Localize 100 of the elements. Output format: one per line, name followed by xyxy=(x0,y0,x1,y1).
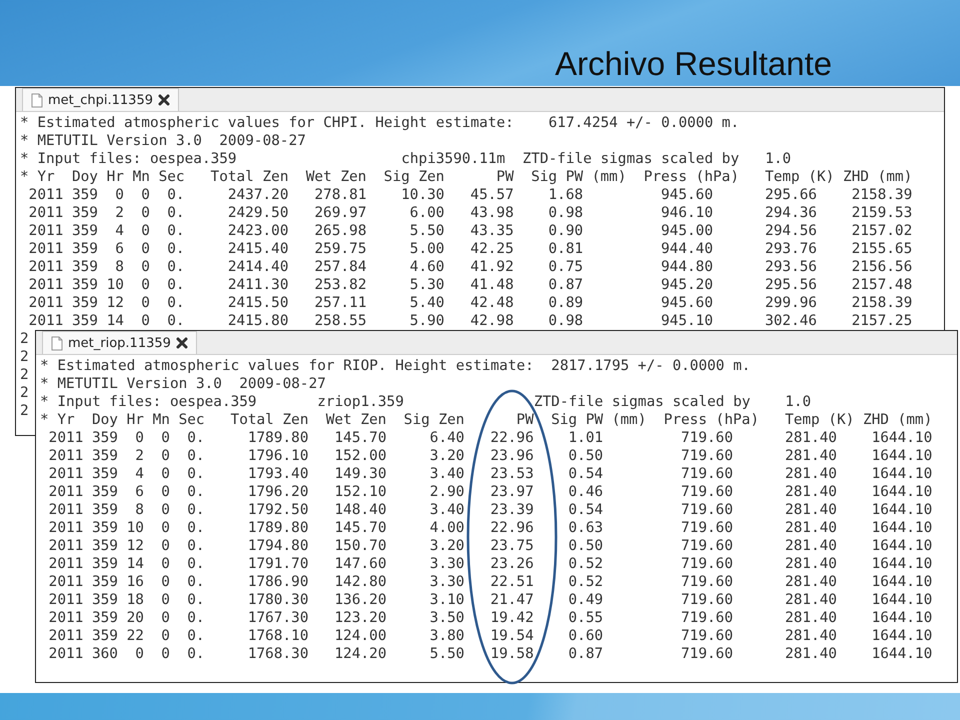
column-header: Mn xyxy=(132,168,150,186)
table-cell-text: 5.40 xyxy=(408,294,444,312)
table-cell-text: 4 xyxy=(114,222,124,240)
table-cell-text: 0 xyxy=(160,591,170,609)
slide-title: Archivo Resultante xyxy=(555,45,832,83)
table-cell-text: 42.48 xyxy=(469,294,514,312)
table-cell-text: 3.50 xyxy=(428,609,464,627)
table-cell-text: 2011 xyxy=(48,645,84,663)
table-cell-text: 2011 xyxy=(48,483,84,501)
table-cell-text: 0. xyxy=(186,429,205,447)
table-cell-text: 257.11 xyxy=(314,294,366,312)
file-tab[interactable]: met_riop.11359 xyxy=(42,331,197,354)
table-cell-text: 1644.10 xyxy=(870,501,932,519)
column-header: Doy xyxy=(70,168,98,186)
table-cell-text: 1644.10 xyxy=(870,627,932,645)
table-cell-text: 278.81 xyxy=(314,186,366,204)
table-cell-text: 0.98 xyxy=(547,204,584,222)
table-cell-text: 2415.40 xyxy=(226,240,289,258)
table-cell-text: 0.50 xyxy=(567,447,604,465)
table-cell-text: 359 xyxy=(70,240,98,258)
table-cell-text: 124.20 xyxy=(334,645,386,663)
table-cell-text: 43.35 xyxy=(469,222,514,240)
table-cell-text: 5.00 xyxy=(408,240,444,258)
table-cell-text: 2011 xyxy=(28,222,64,240)
table-cell-text: 281.40 xyxy=(784,483,837,501)
table-cell-text: 359 xyxy=(70,204,98,222)
table-cell: 2 xyxy=(20,384,29,402)
table-cell-text: 0.49 xyxy=(567,591,604,609)
table-cell-text: 136.20 xyxy=(334,591,386,609)
table-cell-text: 2011 xyxy=(28,276,64,294)
column-header: Hr xyxy=(106,168,124,186)
table-cell-text: 359 xyxy=(90,483,118,501)
column-header: Hr xyxy=(126,411,144,429)
table-cell-text: 359 xyxy=(70,186,98,204)
table-cell-text: 0. xyxy=(186,465,205,483)
table-cell-text: 0 xyxy=(160,609,170,627)
close-icon[interactable] xyxy=(176,337,188,349)
table-cell-text: 293.76 xyxy=(764,240,817,258)
table-cell-text: 19.42 xyxy=(489,609,534,627)
table-cell-text: 1796.20 xyxy=(246,483,309,501)
table-cell-text: 20 xyxy=(126,609,144,627)
table-cell-text: 0. xyxy=(186,627,205,645)
table-cell-text: 4.60 xyxy=(408,258,444,276)
table-cell-text: 359 xyxy=(90,447,118,465)
column-header: Doy xyxy=(90,411,118,429)
text-line: * METUTIL Version 3.0 2009-08-27 xyxy=(40,375,327,393)
table-cell-text: 2415.80 xyxy=(226,312,289,330)
table-cell-text: 719.60 xyxy=(680,519,733,537)
text-line: * METUTIL Version 3.0 2009-08-27 xyxy=(20,132,307,150)
table-cell-text: 1644.10 xyxy=(870,537,932,555)
table-cell-text: 12 xyxy=(126,537,144,555)
table-cell-text: 719.60 xyxy=(680,501,733,519)
table-cell-text: 0. xyxy=(166,276,185,294)
table-cell-text: 0.75 xyxy=(547,258,584,276)
table-cell-text: 23.97 xyxy=(489,483,534,501)
table-cell-text: 23.96 xyxy=(489,447,534,465)
table-cell-text: 152.10 xyxy=(334,483,386,501)
file-tab[interactable]: met_chpi.11359 xyxy=(22,88,179,111)
table-cell-text: 19.58 xyxy=(489,645,534,663)
column-header: PW xyxy=(495,168,514,186)
table-cell-text: 14 xyxy=(126,555,144,573)
close-icon[interactable] xyxy=(158,94,170,106)
table-cell-text: 0 xyxy=(134,429,144,447)
table-cell-text: 16 xyxy=(126,573,144,591)
table-cell-text: 1794.80 xyxy=(246,537,309,555)
table-cell-text: 359 xyxy=(70,258,98,276)
table-cell-text: 2011 xyxy=(28,312,64,330)
column-header: Sig Zen xyxy=(382,168,444,186)
table-cell-text: 0 xyxy=(160,429,170,447)
table-cell-text: 945.60 xyxy=(660,294,713,312)
table-cell-text: 22.96 xyxy=(489,519,534,537)
table-cell-text: 124.00 xyxy=(334,627,386,645)
column-header: Total Zen xyxy=(210,168,289,186)
table-cell-text: 944.40 xyxy=(660,240,713,258)
table-cell-text: 0 xyxy=(140,240,150,258)
table-cell-text: 0.60 xyxy=(567,627,604,645)
table-cell-text: 2155.65 xyxy=(850,240,912,258)
table-cell-text: 719.60 xyxy=(680,465,733,483)
table-cell-text: 23.26 xyxy=(489,555,534,573)
table-cell-text: 258.55 xyxy=(314,312,366,330)
table-cell-text: 281.40 xyxy=(784,429,837,447)
table-cell-text: 0. xyxy=(166,258,185,276)
table-cell-text: 1644.10 xyxy=(870,573,932,591)
table-cell-text: 3.10 xyxy=(428,591,464,609)
table-cell-text: 946.10 xyxy=(660,204,713,222)
table-cell-text: 3.30 xyxy=(428,555,464,573)
table-cell-text: 359 xyxy=(90,627,118,645)
table-cell-text: 2429.50 xyxy=(226,204,289,222)
table-cell-text: 719.60 xyxy=(680,429,733,447)
table-cell-text: 1644.10 xyxy=(870,609,932,627)
column-header: Mn xyxy=(152,411,170,429)
table-cell-text: 5.50 xyxy=(428,645,464,663)
column-header: PW xyxy=(515,411,534,429)
table-cell-text: 43.98 xyxy=(469,204,514,222)
table-cell-text: 265.98 xyxy=(314,222,366,240)
table-cell-text: 1789.80 xyxy=(246,429,309,447)
text-line: * Estimated atmospheric values for RIOP. Height estimate: 2817.1795 +/- 0.0000 m. xyxy=(40,357,752,375)
table-cell-text: 0 xyxy=(160,519,170,537)
table-cell-text: 2157.25 xyxy=(850,312,912,330)
table-cell-text: 2 xyxy=(114,204,124,222)
